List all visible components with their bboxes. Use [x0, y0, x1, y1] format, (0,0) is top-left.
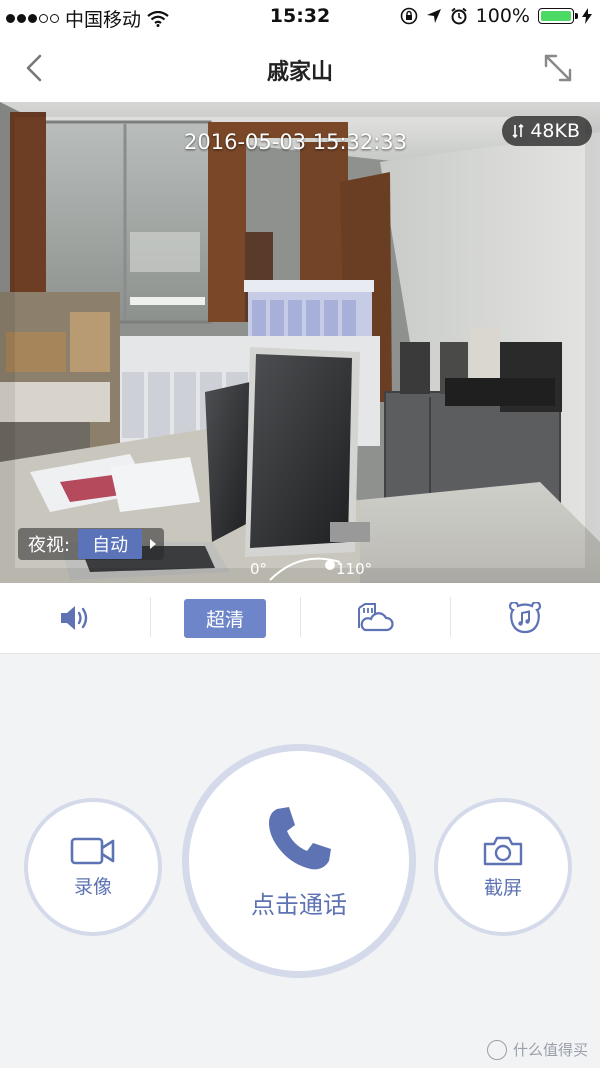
lullaby-button[interactable] — [450, 583, 600, 653]
talk-button[interactable]: 点击通话 — [182, 744, 416, 978]
record-button[interactable]: 录像 — [24, 798, 162, 936]
status-bar: 中国移动 15:32 100% — [0, 0, 600, 34]
angle-end-label: 110° — [336, 560, 373, 578]
camera-icon — [483, 836, 523, 865]
status-right: 100% — [400, 5, 592, 27]
night-vision-label: 夜视: — [28, 535, 71, 556]
volume-button[interactable] — [0, 583, 150, 653]
battery-percent: 100% — [475, 5, 530, 27]
angle-start-label: 0° — [250, 560, 268, 578]
expand-icon — [544, 54, 572, 82]
fullscreen-button[interactable] — [540, 50, 576, 86]
battery-icon — [538, 8, 578, 24]
screenshot-button[interactable]: 截屏 — [434, 798, 572, 936]
watermark-logo-icon — [486, 1039, 507, 1060]
music-icon — [508, 602, 542, 634]
alarm-icon — [451, 7, 467, 25]
arrow-right-icon — [150, 539, 157, 549]
screenshot-label: 截屏 — [483, 876, 522, 899]
watermark-text: 什么值得买 — [512, 1041, 588, 1059]
video-camera-icon — [70, 837, 115, 864]
view-angle-indicator[interactable]: 0° 110° — [244, 548, 384, 583]
speaker-icon — [61, 606, 88, 630]
camera-scene — [0, 102, 600, 583]
cloud-storage-icon — [358, 603, 394, 632]
video-timestamp: 2016-05-03 15:32:33 — [184, 130, 408, 154]
quality-label: 超清 — [183, 598, 266, 638]
talk-label: 点击通话 — [251, 890, 347, 919]
bitrate-badge: 48KB — [502, 116, 592, 146]
video-toolbar: 超清 — [0, 583, 600, 654]
camera-video-feed[interactable]: 2016-05-03 15:32:33 48KB 夜视: 自动 0° 110° — [0, 102, 600, 583]
bitrate-value: 48KB — [530, 120, 580, 142]
bitrate-icon — [512, 123, 524, 139]
quality-button[interactable]: 超清 — [150, 583, 300, 653]
location-icon — [426, 9, 441, 23]
night-vision-toggle[interactable]: 夜视: 自动 — [18, 528, 165, 560]
orientation-lock-icon — [400, 7, 417, 25]
phone-icon — [269, 806, 331, 869]
watermark: 什么值得买 — [486, 1039, 588, 1060]
night-vision-value: 自动 — [78, 529, 143, 559]
page-title: 戚家山 — [266, 60, 333, 85]
charging-icon — [582, 8, 592, 24]
nav-bar: 戚家山 — [0, 34, 600, 102]
cloud-storage-button[interactable] — [300, 583, 450, 653]
record-label: 录像 — [73, 875, 112, 898]
